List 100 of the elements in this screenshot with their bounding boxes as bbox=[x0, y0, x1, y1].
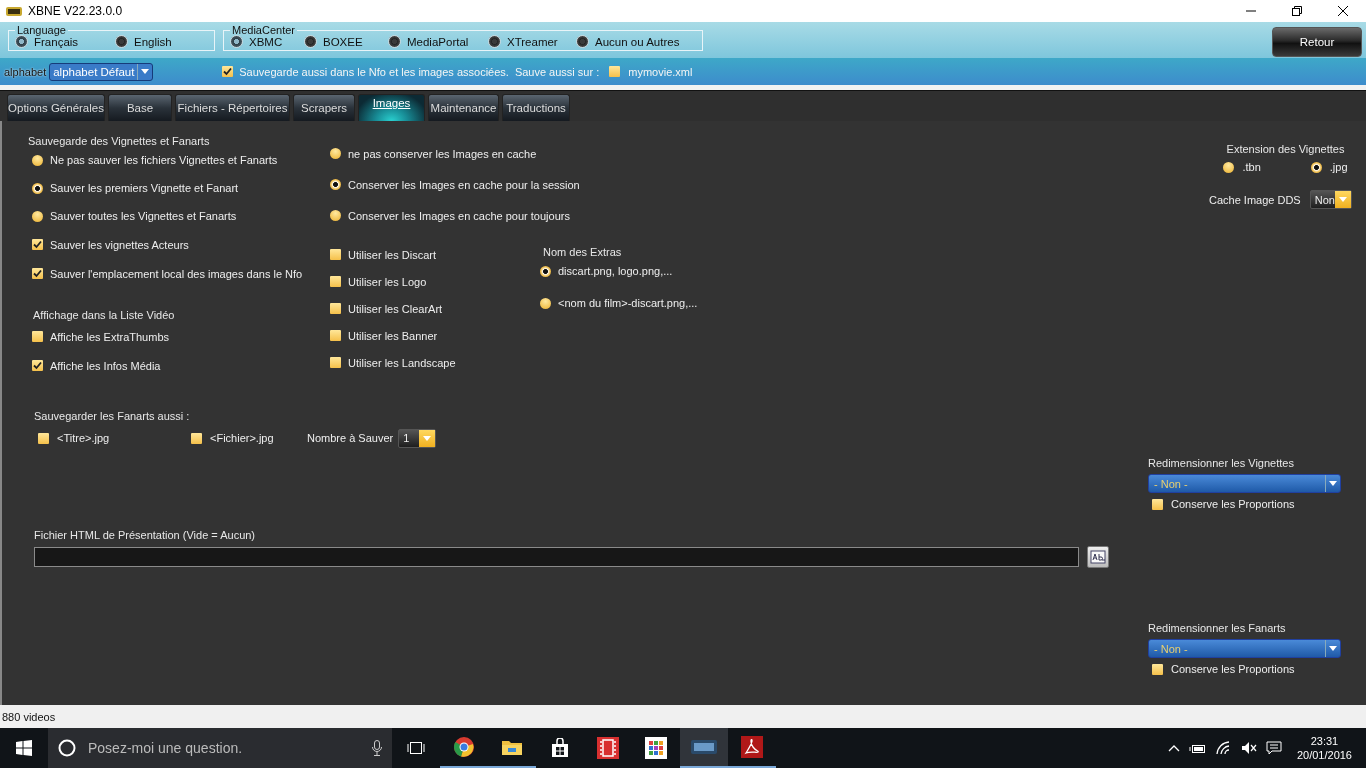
radio-button[interactable] bbox=[330, 148, 341, 159]
window-title: XBNE V22.23.0.0 bbox=[28, 4, 123, 18]
tab[interactable]: Options Générales bbox=[7, 94, 105, 121]
resize-dropdown[interactable]: - Non - bbox=[1148, 639, 1341, 658]
restore-icon bbox=[1292, 6, 1302, 16]
option-label: mymovie.xml bbox=[628, 65, 693, 78]
chevron-up-icon[interactable] bbox=[1167, 744, 1180, 752]
option-label: <nom du film>-discart.png,... bbox=[558, 297, 698, 309]
dropdown-arrow-icon bbox=[1329, 646, 1337, 651]
option-label: BOXEE bbox=[323, 35, 363, 48]
search-input[interactable]: Posez-moi une question. bbox=[86, 739, 362, 757]
radio-button[interactable] bbox=[576, 35, 589, 48]
option-label: Sauver l'emplacement local des images dans le Nfo bbox=[50, 267, 303, 280]
radio-button[interactable] bbox=[488, 35, 501, 48]
option-label: Affiche les Infos Média bbox=[50, 359, 161, 372]
option-label: Conserve les Proportions bbox=[1171, 498, 1295, 510]
html-file-field[interactable] bbox=[34, 547, 1079, 567]
group-title: MediaCenter bbox=[231, 25, 296, 35]
checkbox[interactable] bbox=[222, 66, 234, 77]
section-title: Redimensionner les Fanarts bbox=[1148, 621, 1287, 635]
checkbox[interactable] bbox=[1152, 498, 1163, 510]
option-label: Affiche les ExtraThumbs bbox=[50, 330, 169, 343]
count-dropdown[interactable]: 1 bbox=[398, 428, 437, 448]
group-title: Language bbox=[16, 25, 67, 35]
option-label: XBMC bbox=[249, 35, 283, 48]
checkbox[interactable] bbox=[330, 357, 341, 368]
checkbox[interactable] bbox=[609, 66, 621, 77]
option-label: discart.png, logo.png,... bbox=[558, 265, 673, 277]
option-label: <Fichier>.jpg bbox=[210, 432, 274, 444]
tab[interactable]: Traductions bbox=[502, 94, 570, 121]
radio-button[interactable] bbox=[330, 210, 341, 221]
section-title: Sauvegarder les Fanarts aussi : bbox=[34, 409, 191, 423]
windows-logo-icon bbox=[16, 740, 32, 756]
battery-icon[interactable] bbox=[1188, 742, 1207, 754]
search-circle-icon bbox=[58, 739, 76, 757]
radio-button[interactable] bbox=[32, 182, 43, 194]
option-label: Sauver toutes les Vignettes et Fanarts bbox=[50, 210, 237, 222]
alphabet-dropdown[interactable]: alphabet Défaut bbox=[49, 62, 154, 81]
dropdown-arrow-icon bbox=[141, 69, 150, 74]
checkbox[interactable] bbox=[32, 331, 43, 342]
field-label: Fichier HTML de Présentation (Vide = Aucun) bbox=[34, 528, 257, 542]
tab[interactable]: Base bbox=[108, 94, 172, 121]
radio-button[interactable] bbox=[540, 265, 551, 277]
dds-cache-dropdown[interactable]: Non bbox=[1309, 190, 1352, 209]
checkbox[interactable] bbox=[330, 249, 341, 260]
checkbox[interactable] bbox=[330, 330, 341, 341]
checkbox[interactable] bbox=[32, 360, 43, 371]
radio-button[interactable] bbox=[15, 35, 28, 48]
radio-button[interactable] bbox=[388, 35, 401, 48]
option-label: Conserver les Images en cache pour toujours bbox=[348, 209, 570, 222]
radio-button[interactable] bbox=[540, 297, 551, 309]
radio-button[interactable] bbox=[230, 35, 243, 48]
option-label: Français bbox=[34, 35, 79, 48]
tab[interactable]: Scrapers bbox=[293, 94, 355, 121]
close-icon bbox=[1338, 6, 1348, 16]
option-label: <Titre>.jpg bbox=[57, 432, 110, 444]
back-button[interactable]: Retour bbox=[1272, 27, 1362, 57]
tab[interactable]: Fichiers - Répertoires bbox=[175, 94, 290, 121]
dropdown-arrow-icon bbox=[423, 435, 432, 441]
radio-button[interactable] bbox=[32, 154, 43, 166]
speaker-muted-icon[interactable] bbox=[1240, 741, 1257, 755]
option-label: .tbn bbox=[1242, 161, 1261, 173]
radio-button[interactable] bbox=[1310, 161, 1322, 173]
browse-button[interactable] bbox=[1087, 546, 1109, 568]
radio-button[interactable] bbox=[330, 179, 341, 190]
radio-button[interactable] bbox=[304, 35, 317, 48]
also-save-label: Sauve aussi sur : bbox=[514, 65, 600, 78]
clock[interactable]: 23:31 20/01/2016 bbox=[1296, 734, 1352, 762]
dds-cache-label: Cache Image DDS bbox=[1209, 193, 1301, 206]
tab[interactable]: Maintenance bbox=[428, 94, 499, 121]
microphone-icon bbox=[372, 740, 382, 756]
radio-button[interactable] bbox=[32, 210, 43, 222]
search-bar[interactable]: Posez-moi une question. bbox=[48, 728, 392, 768]
option-label: Sauver les premiers Vignette et Fanart bbox=[50, 182, 239, 194]
app-taskbar-icon[interactable] bbox=[680, 728, 728, 768]
wifi-icon[interactable] bbox=[1215, 741, 1232, 755]
option-label: Sauvegarde aussi dans le Nfo et les images associées. bbox=[239, 65, 509, 78]
checkbox[interactable] bbox=[32, 268, 43, 279]
option-label: Conserve les Proportions bbox=[1171, 663, 1295, 675]
dropdown-arrow-icon bbox=[1338, 197, 1347, 202]
checkbox[interactable] bbox=[191, 432, 202, 444]
checkbox[interactable] bbox=[32, 239, 43, 250]
alphabet-label: alphabet bbox=[4, 65, 47, 78]
option-label: MediaPortal bbox=[407, 35, 469, 48]
checkbox[interactable] bbox=[330, 303, 341, 314]
option-label: Utiliser les Logo bbox=[348, 275, 427, 288]
option-label: Ne pas sauver les fichiers Vignettes et Fanarts bbox=[50, 154, 278, 166]
status-text: 880 videos bbox=[2, 710, 56, 723]
notifications-icon[interactable] bbox=[1265, 741, 1282, 755]
checkbox[interactable] bbox=[330, 276, 341, 287]
checkbox[interactable] bbox=[38, 432, 49, 444]
option-label: Utiliser les Landscape bbox=[348, 356, 456, 369]
resize-dropdown[interactable]: - Non - bbox=[1148, 474, 1341, 493]
radio-button[interactable] bbox=[115, 35, 128, 48]
tab[interactable]: Images bbox=[358, 94, 425, 121]
option-label: Conserver les Images en cache pour la session bbox=[348, 178, 580, 191]
option-label: Utiliser les Discart bbox=[348, 248, 436, 261]
checkbox[interactable] bbox=[1152, 663, 1163, 675]
radio-button[interactable] bbox=[1223, 161, 1235, 173]
section-title: Affichage dans la Liste Vidéo bbox=[33, 308, 176, 322]
